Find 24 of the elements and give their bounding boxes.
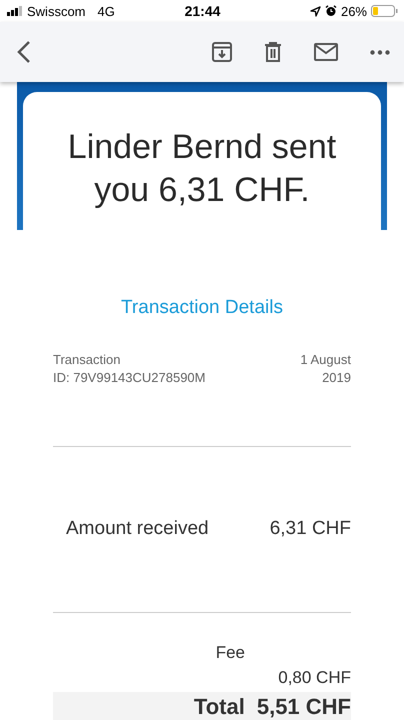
clock-time: 21:44 [184,3,220,19]
fee-label: Fee [216,642,245,664]
battery-percent: 26% [340,4,367,18]
signal-icon [7,6,23,16]
total-label: Total [194,695,245,720]
headline: Linder Bernd sent you 6,31 CHF. [66,127,338,211]
mail-icon[interactable] [314,43,338,61]
amount-value: 6,31 CHF [270,517,351,541]
more-icon[interactable] [370,50,390,54]
location-icon [310,6,321,16]
transaction-id: ID: 79V99143CU278590M [53,369,206,387]
carrier-name: Swisscom [27,4,86,18]
transaction-date: 1 August 2019 [299,351,351,387]
transaction-details-link[interactable]: Transaction Details [23,297,381,319]
back-icon[interactable] [17,40,31,64]
alarm-icon [324,5,337,17]
archive-icon[interactable] [212,42,232,62]
amount-label: Amount received [66,517,209,541]
trash-icon[interactable] [264,42,282,62]
battery-icon [371,5,398,17]
transaction-label: Transaction [53,351,122,369]
network-type: 4G [98,4,115,18]
fee-value: 0,80 CHF [278,667,351,689]
total-value: 5,51 CHF [256,695,351,720]
